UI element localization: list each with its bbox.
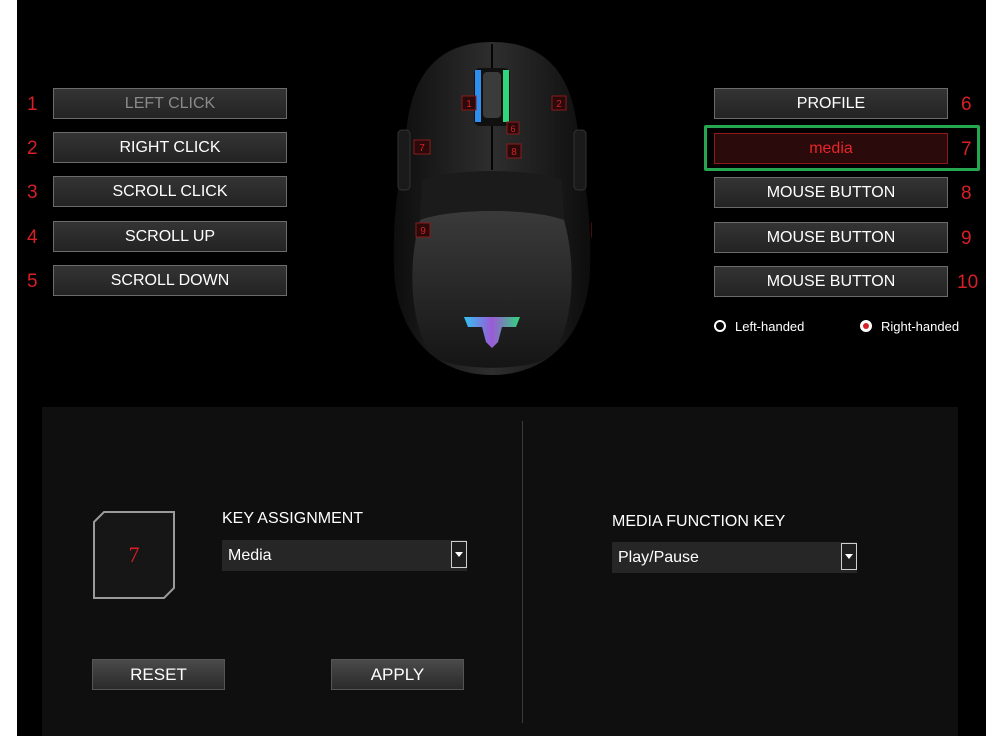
mouse-marker-2: 2 — [556, 99, 562, 110]
mouse-button-10[interactable]: MOUSE BUTTON — [714, 266, 948, 297]
scroll-down-button[interactable]: SCROLL DOWN — [53, 265, 287, 296]
selected-key-number: 7 — [128, 542, 140, 567]
media-function-key-value: Play/Pause — [618, 549, 699, 566]
button-number-6: 6 — [961, 94, 972, 115]
button-number-5: 5 — [27, 271, 38, 292]
assignment-panel: 7 KEY ASSIGNMENT Media MEDIA FUNCTION KE… — [42, 407, 958, 736]
mouse-marker-8: 9 — [420, 226, 426, 237]
button-number-4: 4 — [27, 227, 38, 248]
button-number-8: 8 — [961, 183, 972, 204]
media-button[interactable]: media — [714, 133, 948, 164]
right-handed-option[interactable]: Right-handed — [860, 316, 959, 336]
mouse-settings-window: 1 LEFT CLICK 2 RIGHT CLICK 3 SCROLL CLIC… — [17, 0, 986, 736]
panel-divider — [522, 421, 523, 723]
key-assignment-label: KEY ASSIGNMENT — [222, 510, 364, 527]
button-number-9: 9 — [961, 228, 972, 249]
button-number-7: 7 — [961, 139, 972, 160]
left-handed-label: Left-handed — [735, 318, 805, 334]
left-handed-radio[interactable] — [714, 320, 726, 332]
mouse-marker-6: 6 — [510, 124, 515, 134]
media-function-key-label: MEDIA FUNCTION KEY — [612, 513, 786, 530]
mouse-button-8[interactable]: MOUSE BUTTON — [714, 177, 948, 208]
chevron-down-icon[interactable] — [451, 541, 467, 568]
right-handed-radio[interactable] — [860, 320, 872, 332]
apply-button[interactable]: APPLY — [331, 659, 464, 690]
profile-button[interactable]: PROFILE — [714, 88, 948, 119]
right-handed-label: Right-handed — [881, 318, 960, 334]
chevron-down-icon[interactable] — [841, 543, 857, 570]
media-function-key-select[interactable]: Play/Pause — [612, 542, 857, 573]
key-assignment-value: Media — [228, 547, 272, 564]
button-number-3: 3 — [27, 182, 38, 203]
mouse-marker-1: 1 — [466, 99, 472, 110]
mouse-button-9[interactable]: MOUSE BUTTON — [714, 222, 948, 253]
button-number-1: 1 — [27, 94, 38, 115]
left-click-button[interactable]: LEFT CLICK — [53, 88, 287, 119]
right-click-button[interactable]: RIGHT CLICK — [53, 132, 287, 163]
scroll-click-button[interactable]: SCROLL CLICK — [53, 176, 287, 207]
button-number-2: 2 — [27, 138, 38, 159]
left-handed-option[interactable]: Left-handed — [714, 316, 804, 336]
scroll-up-button[interactable]: SCROLL UP — [53, 221, 287, 252]
mouse-marker-7: 7 — [419, 143, 425, 154]
key-assignment-select[interactable]: Media — [222, 540, 467, 571]
button-number-10: 10 — [957, 272, 979, 293]
reset-button[interactable]: RESET — [92, 659, 225, 690]
mouse-illustration: 1 2 6 7 8 8 9 10 — [393, 42, 592, 375]
mouse-marker-8-top: 8 — [511, 147, 517, 158]
